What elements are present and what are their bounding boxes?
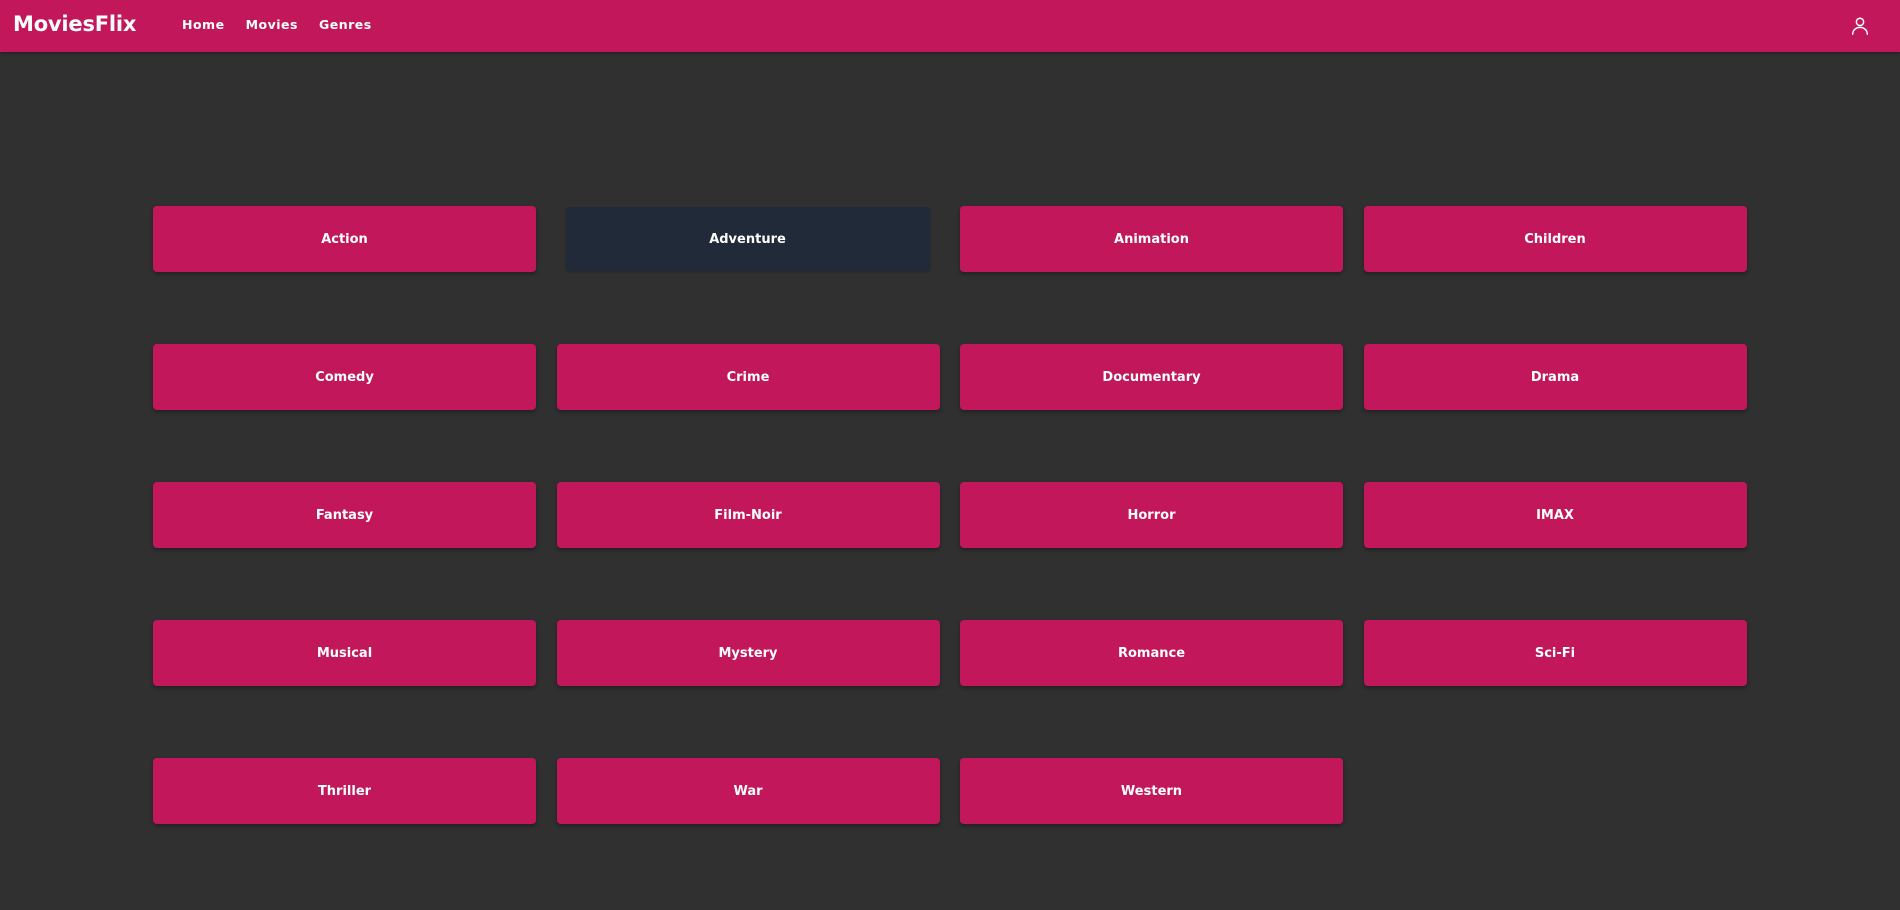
genre-tile-western[interactable]: Western	[960, 758, 1343, 824]
genre-grid: Action Adventure Animation Children Come…	[153, 206, 1749, 824]
genre-tile-horror[interactable]: Horror	[960, 482, 1343, 548]
main-nav: Home Movies Genres	[182, 17, 372, 32]
genre-tile-adventure[interactable]: Adventure	[565, 207, 930, 271]
genre-tile-war[interactable]: War	[556, 758, 940, 824]
genre-tile-mystery[interactable]: Mystery	[556, 620, 940, 686]
genre-tile-thriller[interactable]: Thriller	[153, 758, 536, 824]
genre-tile-drama[interactable]: Drama	[1363, 344, 1747, 410]
genre-tile-musical[interactable]: Musical	[153, 620, 536, 686]
user-account-button[interactable]	[1849, 15, 1871, 37]
genre-tile-sci-fi[interactable]: Sci-Fi	[1363, 620, 1747, 686]
genre-tile-animation[interactable]: Animation	[960, 206, 1343, 272]
user-icon	[1851, 17, 1869, 35]
genre-tile-documentary[interactable]: Documentary	[960, 344, 1343, 410]
genre-tile-crime[interactable]: Crime	[556, 344, 940, 410]
genre-tile-film-noir[interactable]: Film-Noir	[556, 482, 940, 548]
genre-tile-children[interactable]: Children	[1363, 206, 1747, 272]
nav-genres-link[interactable]: Genres	[319, 17, 372, 32]
top-app-bar: MoviesFlix Home Movies Genres	[0, 0, 1900, 52]
genre-tile-action[interactable]: Action	[153, 206, 536, 272]
genre-tile-imax[interactable]: IMAX	[1363, 482, 1747, 548]
genre-tile-comedy[interactable]: Comedy	[153, 344, 536, 410]
nav-movies-link[interactable]: Movies	[246, 17, 298, 32]
genre-tile-romance[interactable]: Romance	[960, 620, 1343, 686]
brand-logo[interactable]: MoviesFlix	[13, 12, 136, 36]
genre-tile-fantasy[interactable]: Fantasy	[153, 482, 536, 548]
nav-home-link[interactable]: Home	[182, 17, 225, 32]
